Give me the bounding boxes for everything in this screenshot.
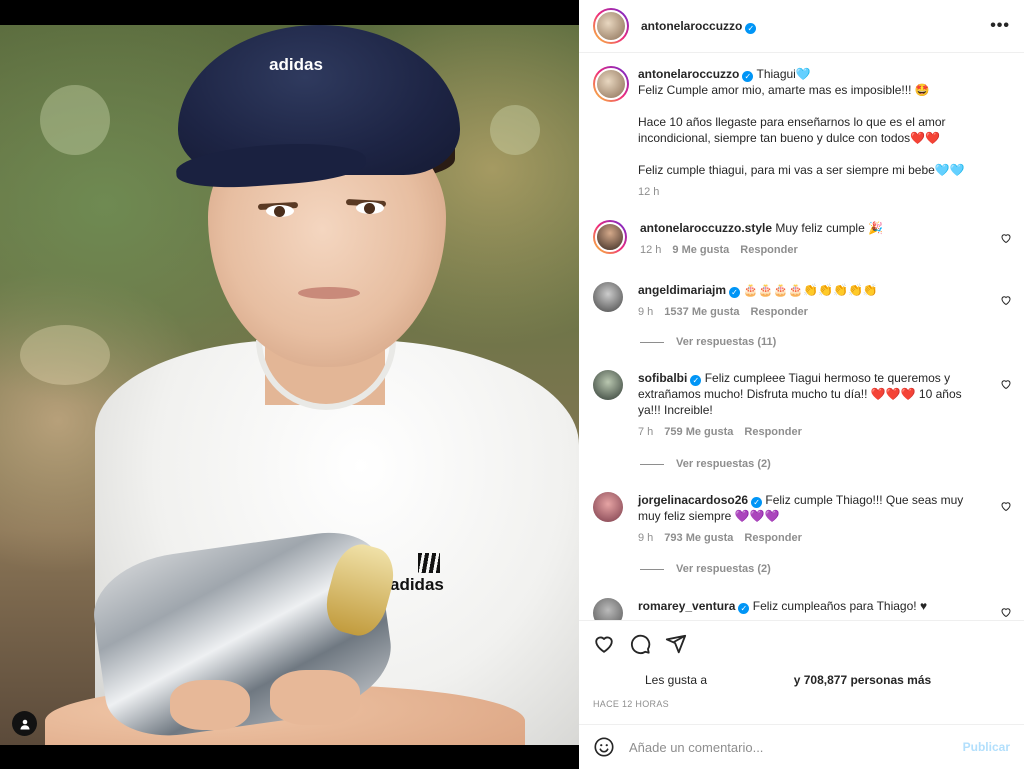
post-media-panel: adidas adidas: [0, 0, 579, 769]
emoji-icon[interactable]: [593, 736, 615, 758]
comment-item: antonelaroccuzzo.style Muy feliz cumple …: [593, 220, 1012, 258]
author-avatar[interactable]: [593, 66, 629, 102]
eye-right: [356, 202, 384, 214]
likes-count[interactable]: y 708,877 personas más: [794, 673, 931, 687]
likes-summary[interactable]: Les gusta a y 708,877 personas más: [645, 673, 931, 687]
comment-likes[interactable]: 759 Me gusta: [664, 424, 733, 440]
comment-time[interactable]: 12 h: [640, 242, 661, 258]
comment-time[interactable]: 7 h: [638, 424, 653, 440]
author-username-wrap[interactable]: antonelaroccuzzo ✓: [641, 19, 757, 34]
comment-like-heart-icon[interactable]: [1000, 378, 1012, 390]
comment-like-heart-icon[interactable]: [1000, 500, 1012, 512]
publish-button[interactable]: Publicar: [963, 740, 1010, 754]
comment-text: 🎂🎂🎂🎂👏👏👏👏👏: [743, 283, 878, 297]
comment-time[interactable]: 9 h: [638, 530, 653, 546]
caption-username[interactable]: antonelaroccuzzo: [638, 67, 739, 81]
comment-item: jorgelinacardoso26 ✓ Feliz cumple Thiago!…: [593, 492, 1012, 546]
commenter-avatar[interactable]: [593, 220, 627, 254]
view-replies-button[interactable]: Ver respuestas (2): [640, 458, 771, 470]
caption-line-2: Hace 10 años llegaste para enseñarnos lo…: [638, 115, 946, 145]
eye-left: [266, 205, 294, 217]
reply-button[interactable]: Responder: [751, 304, 808, 320]
post-actions: Les gusta a y 708,877 personas más HACE …: [579, 620, 1024, 724]
reply-button[interactable]: Responder: [744, 530, 801, 546]
comment-icon[interactable]: [629, 633, 651, 655]
adidas-stripes-logo: [418, 553, 440, 573]
add-comment-bar: Publicar: [579, 724, 1024, 769]
view-replies-button[interactable]: Ver respuestas (2): [640, 563, 771, 575]
shirt-brand-text: adidas: [390, 575, 444, 594]
post-photo[interactable]: adidas adidas: [0, 25, 579, 745]
comment-item: angeldimariajm ✓ 🎂🎂🎂🎂👏👏👏👏👏 9 h 1537 Me gus…: [593, 282, 1012, 320]
comment-likes[interactable]: 1537 Me gusta: [664, 304, 739, 320]
caption-time[interactable]: 12 h: [638, 184, 659, 200]
comment-username[interactable]: romarey_ventura: [638, 599, 735, 613]
post-timestamp[interactable]: HACE 12 HORAS: [593, 699, 669, 709]
comment-likes[interactable]: 9 Me gusta: [672, 242, 729, 258]
background-bokeh: [20, 325, 110, 385]
comment-username[interactable]: antonelaroccuzzo.style: [640, 221, 772, 235]
likes-prefix: Les gusta a: [645, 673, 708, 687]
post-side-panel: antonelaroccuzzo ✓ ••• antonelaroccuzzo ✓ …: [579, 0, 1024, 769]
caption-line-1: Feliz Cumple amor mio, amarte mas es imp…: [638, 83, 930, 97]
user-tag-icon[interactable]: [12, 711, 37, 736]
comment-item: sofibalbi ✓ Feliz cumpleee Tiagui hermoso…: [593, 370, 1012, 440]
comment-username[interactable]: jorgelinacardoso26: [638, 493, 748, 507]
comments-list[interactable]: antonelaroccuzzo ✓ Thiagui🩵 Feliz Cumple …: [579, 54, 1024, 620]
comment-username[interactable]: angeldimariajm: [638, 283, 726, 297]
comment-input[interactable]: [629, 739, 963, 755]
caption-line-3: Feliz cumple thiagui, para mi vas a ser …: [638, 163, 965, 177]
comment-text: Muy feliz cumple 🎉: [775, 221, 884, 235]
hand-left: [170, 680, 250, 730]
comment-likes[interactable]: 793 Me gusta: [664, 530, 733, 546]
share-icon[interactable]: [665, 633, 687, 655]
comment-like-heart-icon[interactable]: [1000, 606, 1012, 618]
verified-badge-icon: ✓: [690, 375, 702, 386]
reply-button[interactable]: Responder: [740, 242, 797, 258]
background-bokeh: [40, 85, 110, 155]
view-replies-button[interactable]: Ver respuestas (11): [640, 336, 776, 348]
hand-right: [270, 670, 360, 725]
verified-badge-icon: ✓: [751, 497, 763, 508]
comment-like-heart-icon[interactable]: [1000, 294, 1012, 306]
caption-tag[interactable]: Thiagui🩵: [756, 67, 810, 81]
reply-button[interactable]: Responder: [744, 424, 801, 440]
verified-badge-icon: ✓: [745, 22, 757, 34]
verified-badge-icon: ✓: [738, 603, 750, 614]
post-header: antonelaroccuzzo ✓ •••: [579, 0, 1024, 53]
verified-badge-icon: ✓: [729, 287, 741, 298]
author-avatar[interactable]: [593, 8, 629, 44]
author-username[interactable]: antonelaroccuzzo: [641, 19, 742, 33]
commenter-avatar[interactable]: [593, 598, 623, 620]
more-options-icon[interactable]: •••: [990, 17, 1010, 35]
comment-text: Feliz cumpleaños para Thiago! ♥: [752, 599, 928, 613]
commenter-avatar[interactable]: [593, 370, 623, 400]
commenter-avatar[interactable]: [593, 282, 623, 312]
cap-brand-text: adidas: [269, 55, 323, 74]
comment-username[interactable]: sofibalbi: [638, 371, 687, 385]
comment-time[interactable]: 9 h: [638, 304, 653, 320]
comment-item: romarey_ventura ✓ Feliz cumpleaños para T…: [593, 598, 1012, 620]
verified-badge-icon: ✓: [742, 71, 754, 82]
heart-icon[interactable]: [593, 633, 615, 655]
commenter-avatar[interactable]: [593, 492, 623, 522]
post-caption: antonelaroccuzzo ✓ Thiagui🩵 Feliz Cumple …: [593, 66, 1012, 200]
comment-like-heart-icon[interactable]: [1000, 232, 1012, 244]
mouth: [298, 287, 360, 299]
background-bokeh: [490, 105, 540, 155]
